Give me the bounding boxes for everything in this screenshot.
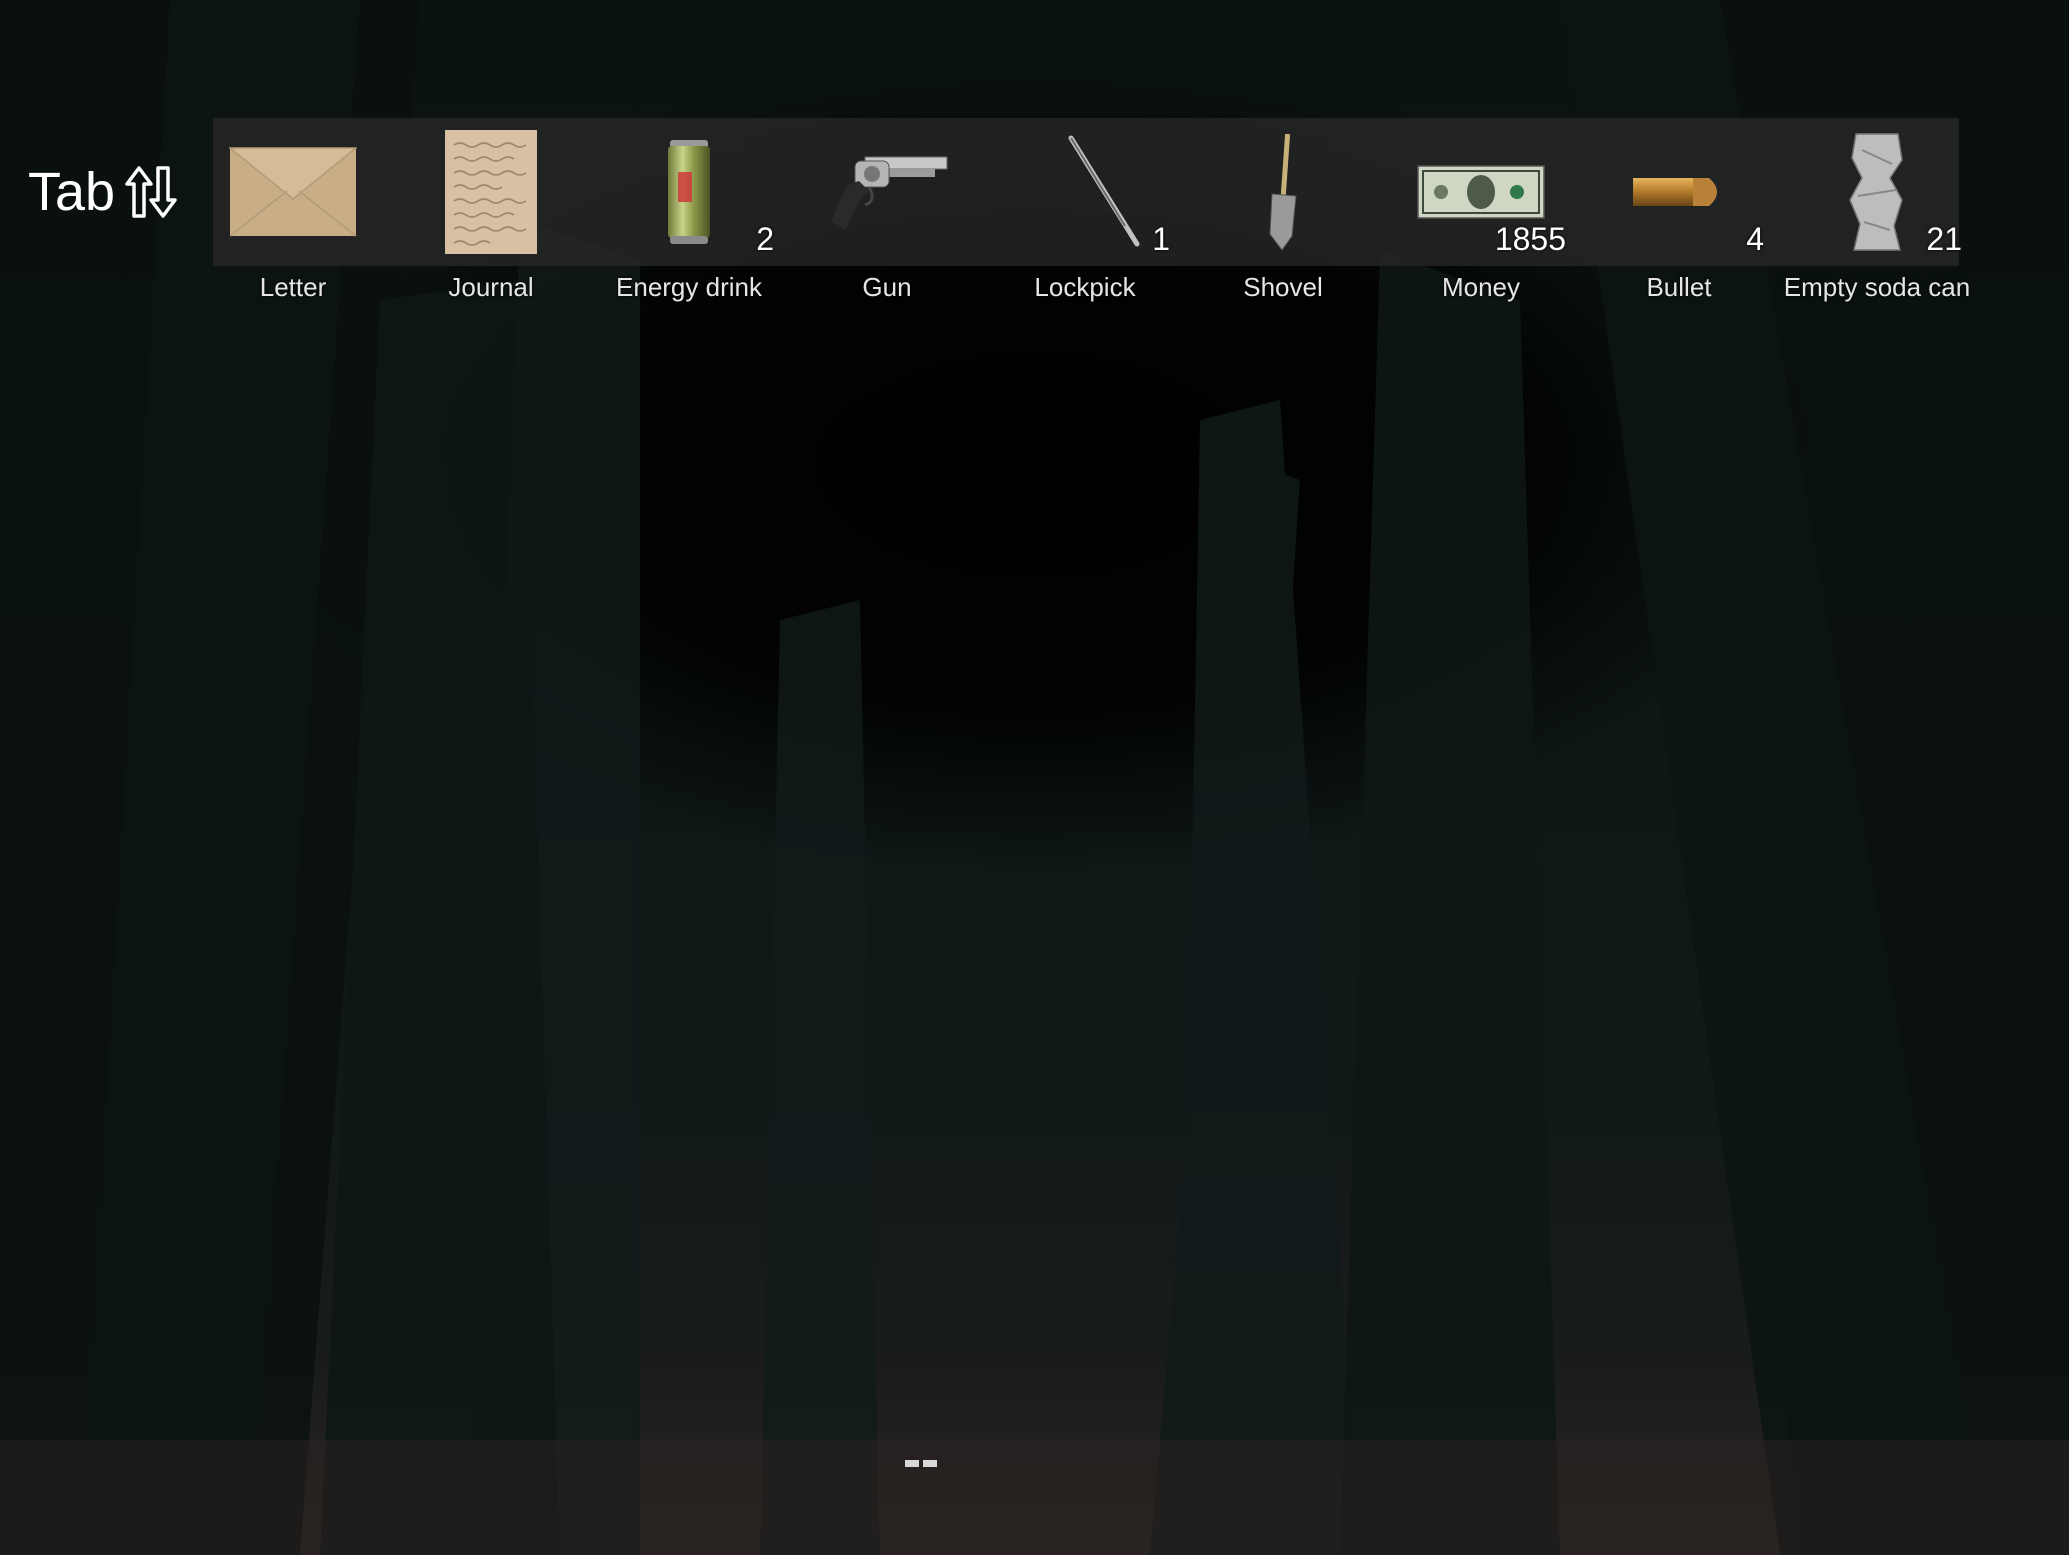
inventory-slot-journal[interactable]: Journal [392,118,590,302]
item-count: 2 [756,221,774,257]
item-label: Empty soda can [1783,272,1971,302]
crosshair-right [923,1460,937,1467]
shovel-icon [1184,118,1382,266]
revolver-icon [788,118,986,266]
crosshair [905,1460,937,1468]
item-label: Letter [259,272,327,302]
inventory-slot-bullet[interactable]: 4 Bullet [1580,118,1778,302]
journal-page-icon [392,118,590,266]
item-label: Gun [862,272,912,302]
item-count: 21 [1926,221,1962,257]
inventory-slot-gun[interactable]: Gun [788,118,986,302]
item-label: Money [1441,272,1521,302]
tab-hint: Tab [28,160,179,224]
item-label: Lockpick [1034,272,1136,302]
inventory-slot-empty-soda-can[interactable]: 21 Empty soda can [1778,118,1976,302]
inventory-slot-lockpick[interactable]: 1 Lockpick [986,118,1184,302]
item-label: Shovel [1243,272,1323,302]
inventory-slot-shovel[interactable]: Shovel [1184,118,1382,302]
item-count: 1855 [1494,221,1566,257]
item-label: Energy drink [616,272,762,302]
item-label: Bullet [1646,272,1712,302]
inventory-slot-energy-drink[interactable]: 2 Energy drink [590,118,788,302]
item-count: 4 [1746,221,1764,257]
crosshair-left [905,1460,919,1467]
inventory-slot-money[interactable]: 1855 Money [1382,118,1580,302]
inventory-slot-letter[interactable]: Letter [194,118,392,302]
item-label: Journal [448,272,534,302]
tab-key-label: Tab [28,162,116,222]
up-down-arrows-icon [123,166,179,218]
item-count: 1 [1152,221,1170,257]
envelope-icon [194,118,392,266]
